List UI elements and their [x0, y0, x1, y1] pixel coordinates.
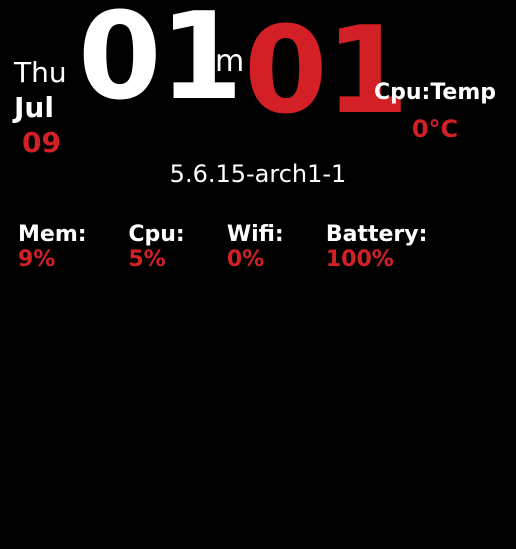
- month: Jul: [14, 91, 67, 124]
- date-block: Thu Jul 09: [14, 56, 67, 159]
- conky-widget: Thu Jul 09 01 pm 01 Cpu:Temp 0°C 5.6.15-…: [0, 0, 516, 549]
- day-of-week: Thu: [14, 56, 67, 89]
- stat-cpu: Cpu: 5%: [128, 222, 226, 272]
- wifi-label: Wifi:: [227, 222, 284, 247]
- cpu-temp-label: Cpu:Temp: [374, 80, 496, 105]
- mem-label: Mem:: [18, 222, 87, 247]
- cpu-temp-block: Cpu:Temp 0°C: [374, 80, 496, 143]
- cpu-label: Cpu:: [128, 222, 184, 247]
- battery-label: Battery:: [326, 222, 428, 247]
- cpu-value: 5%: [128, 247, 165, 272]
- clock-ampm: pm: [196, 44, 244, 79]
- mem-value: 9%: [18, 247, 55, 272]
- cpu-temp-value: 0°C: [374, 115, 496, 143]
- stat-battery: Battery: 100%: [326, 222, 498, 272]
- stat-mem: Mem: 9%: [18, 222, 128, 272]
- battery-value: 100%: [326, 247, 394, 272]
- stats-row: Mem: 9% Cpu: 5% Wifi: 0% Battery: 100%: [0, 222, 516, 272]
- day-number: 09: [22, 126, 67, 159]
- wifi-value: 0%: [227, 247, 264, 272]
- stat-wifi: Wifi: 0%: [227, 222, 326, 272]
- kernel-version: 5.6.15-arch1-1: [0, 160, 516, 188]
